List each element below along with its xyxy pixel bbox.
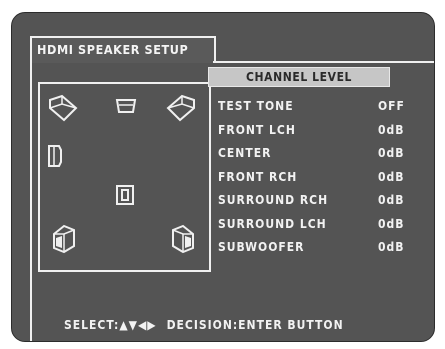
row-label: TEST TONE [218, 99, 294, 113]
arrow-keys-icon: ▲▼◀▶ [119, 318, 157, 332]
row-front-lch[interactable]: FRONT LCH 0dB [218, 123, 418, 147]
speaker-setup-screen: HDMI SPEAKER SETUP CHANNEL LEVEL TEST TO… [11, 12, 435, 342]
panel-border [30, 61, 32, 341]
channel-level-header: CHANNEL LEVEL [208, 67, 390, 87]
row-label: FRONT LCH [218, 122, 296, 137]
decision-label: DECISION:ENTER BUTTON [166, 318, 344, 332]
row-center[interactable]: CENTER 0dB [218, 146, 418, 170]
row-value: 0dB [378, 169, 405, 184]
center-speaker-icon[interactable] [115, 98, 137, 114]
select-label: SELECT: [64, 318, 120, 332]
row-value: 0dB [378, 216, 405, 231]
surround-left-speaker-icon[interactable] [50, 224, 78, 254]
row-subwoofer[interactable]: SUBWOOFER 0dB [218, 240, 418, 264]
row-label: SURROUND RCH [218, 193, 329, 207]
row-value: 0dB [378, 146, 405, 160]
front-right-speaker-icon[interactable] [166, 94, 196, 122]
row-front-rch[interactable]: FRONT RCH 0dB [218, 170, 418, 194]
title-divider [213, 61, 434, 63]
row-surround-lch[interactable]: SURROUND LCH 0dB [218, 217, 418, 241]
row-test-tone[interactable]: TEST TONE OFF [218, 99, 418, 123]
row-label: FRONT RCH [218, 169, 298, 184]
row-value: 0dB [378, 193, 405, 207]
side-speaker-icon[interactable] [47, 144, 63, 168]
page-title: HDMI SPEAKER SETUP [30, 36, 216, 63]
subwoofer-icon[interactable] [115, 184, 135, 206]
row-value: OFF [378, 99, 405, 113]
row-label: SURROUND LCH [218, 216, 327, 231]
channel-level-list: TEST TONE OFF FRONT LCH 0dB CENTER 0dB F… [218, 99, 418, 264]
footer-instructions: SELECT:▲▼◀▶ DECISION:ENTER BUTTON [64, 318, 434, 332]
row-value: 0dB [378, 122, 405, 137]
row-label: SUBWOOFER [218, 240, 305, 254]
speaker-layout-diagram [38, 82, 211, 272]
row-label: CENTER [218, 146, 272, 160]
row-value: 0dB [378, 240, 405, 254]
front-left-speaker-icon[interactable] [48, 94, 78, 122]
surround-right-speaker-icon[interactable] [169, 224, 197, 254]
row-surround-rch[interactable]: SURROUND RCH 0dB [218, 193, 418, 217]
